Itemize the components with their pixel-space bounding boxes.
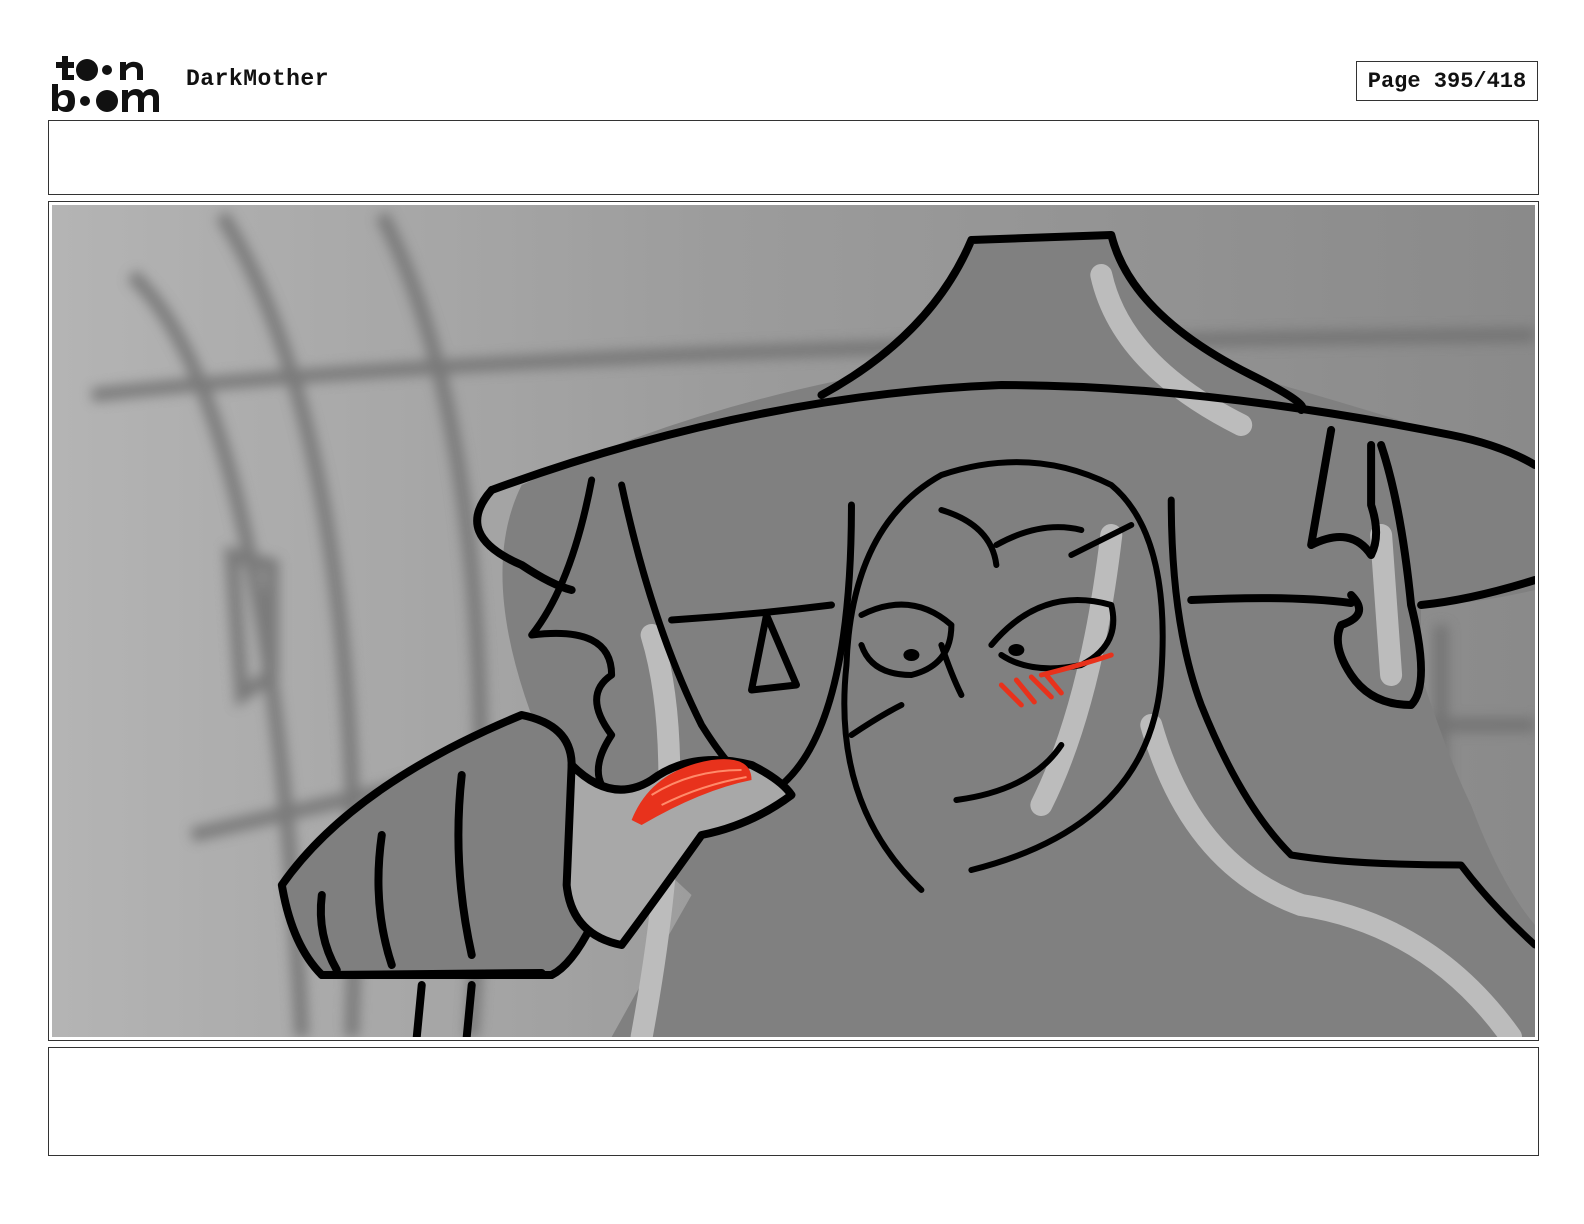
left-eye <box>903 649 920 661</box>
page-number-badge: Page 395/418 <box>1356 61 1538 101</box>
panel-description-box <box>48 120 1539 195</box>
panel-notes-box <box>48 1047 1539 1156</box>
right-eye <box>1008 644 1025 656</box>
project-title: DarkMother <box>186 66 330 92</box>
toon-boom-logo <box>52 56 159 112</box>
storyboard-panel-frame <box>48 201 1539 1041</box>
storyboard-panel-drawing <box>52 205 1535 1037</box>
